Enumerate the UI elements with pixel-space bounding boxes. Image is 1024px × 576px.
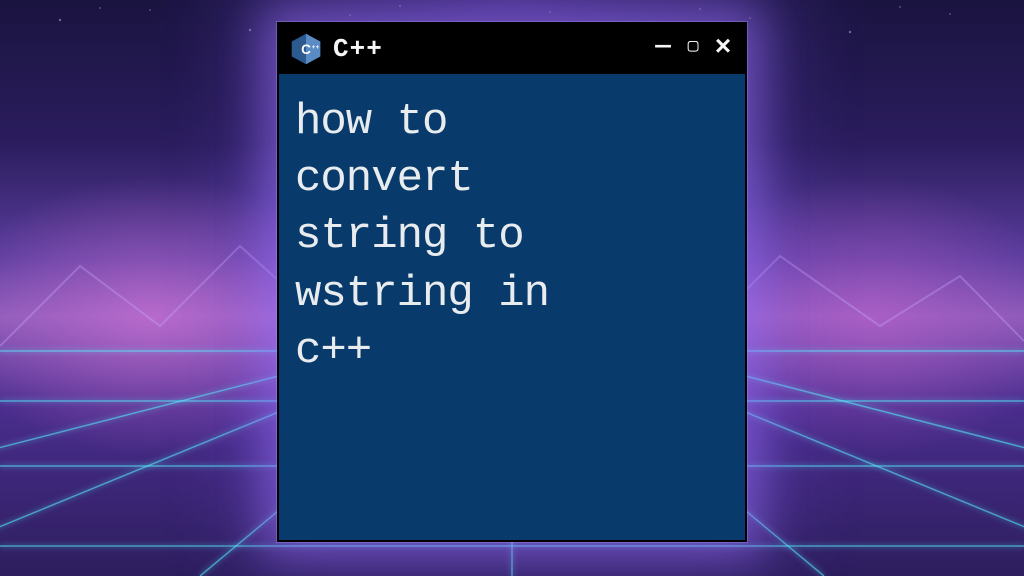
content-text: how to convert string to wstring in c++: [295, 94, 729, 380]
svg-text:+: +: [312, 44, 316, 51]
window-controls: — ▢ ×: [653, 35, 733, 63]
cpp-icon: C + +: [289, 32, 323, 66]
svg-text:C: C: [301, 42, 311, 57]
svg-text:+: +: [316, 44, 320, 51]
terminal-content: how to convert string to wstring in c++: [279, 74, 745, 540]
close-button[interactable]: ×: [713, 35, 733, 63]
window-title: C++: [333, 34, 643, 64]
terminal-window: C + + C++ — ▢ × how to convert string to…: [277, 22, 747, 542]
titlebar[interactable]: C + + C++ — ▢ ×: [279, 24, 745, 74]
maximize-button[interactable]: ▢: [683, 38, 703, 56]
minimize-button[interactable]: —: [653, 33, 673, 59]
